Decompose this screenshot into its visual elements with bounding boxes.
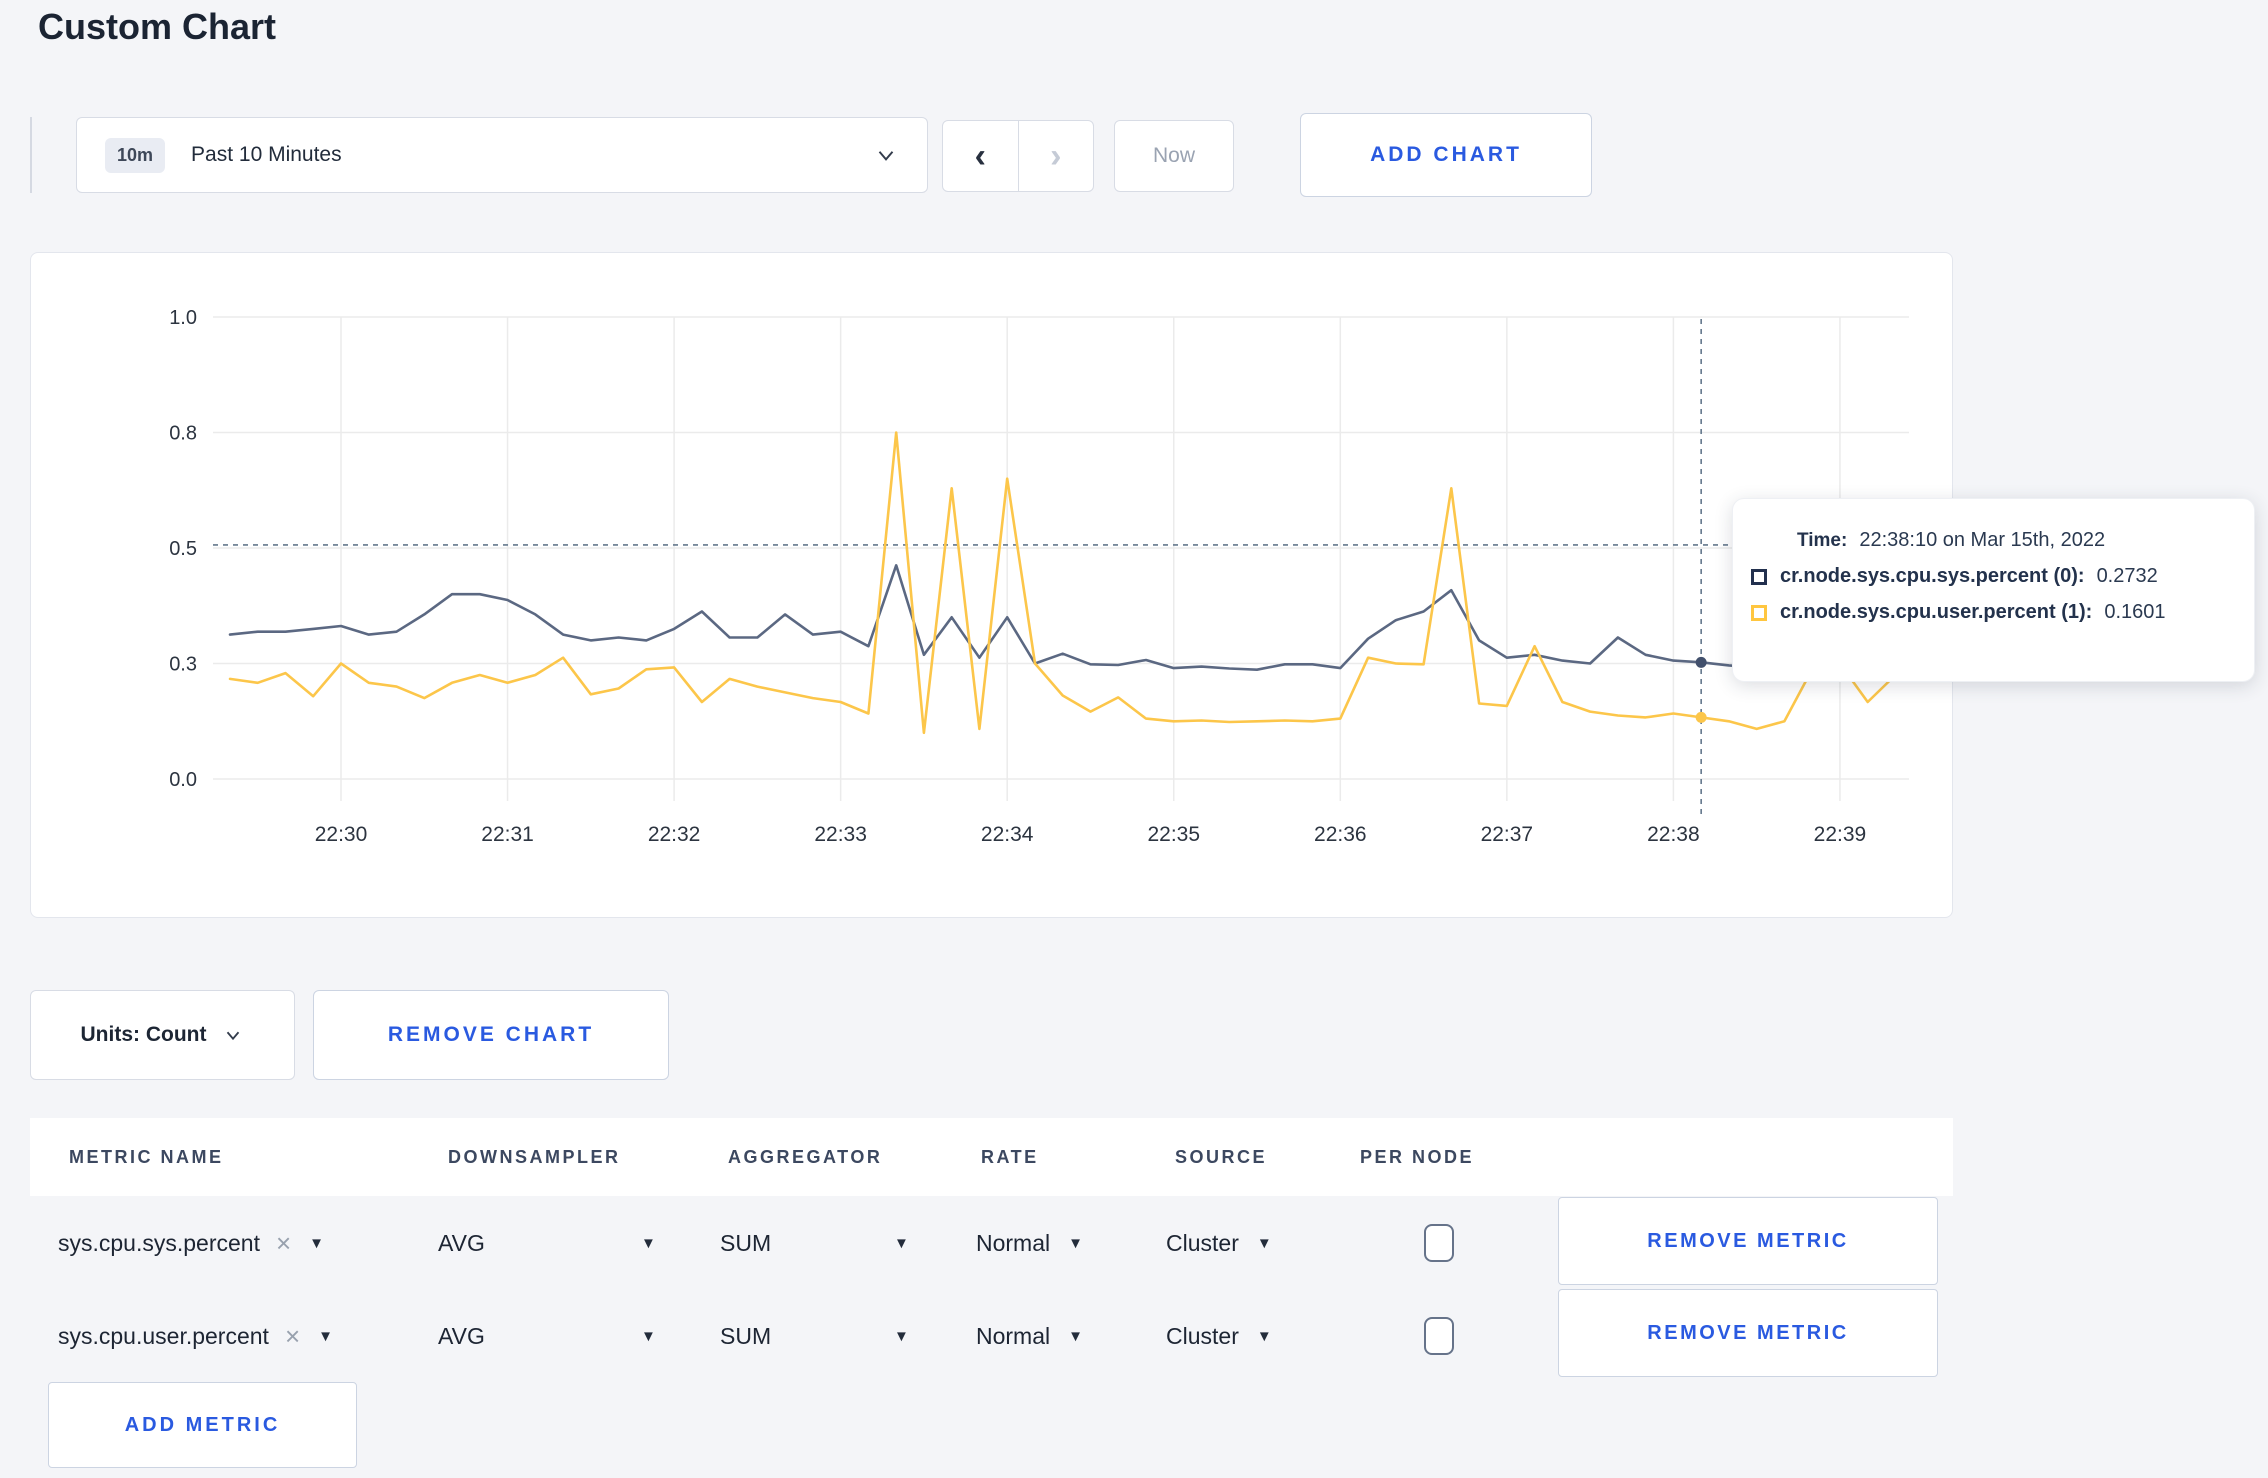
metrics-table-header: METRIC NAME DOWNSAMPLER AGGREGATOR RATE … — [30, 1118, 1953, 1196]
col-header-downsampler: DOWNSAMPLER — [448, 1146, 621, 1167]
svg-text:22:35: 22:35 — [1147, 823, 1200, 846]
tooltip-time-row: Time: 22:38:10 on Mar 15th, 2022 — [1797, 529, 2230, 552]
rate-select[interactable]: Normal ▼ — [976, 1289, 1083, 1383]
per-node-checkbox[interactable] — [1424, 1224, 1454, 1262]
col-header-metric-name: METRIC NAME — [69, 1146, 224, 1167]
caret-down-icon[interactable]: ▼ — [318, 1328, 333, 1345]
tooltip-series-name: cr.node.sys.cpu.sys.percent (0): — [1780, 565, 2085, 587]
aggregator-select[interactable]: SUM — [720, 1289, 771, 1383]
downsampler-select[interactable]: AVG — [438, 1196, 485, 1290]
caret-down-icon[interactable]: ▼ — [894, 1196, 909, 1290]
chart-card: 0.0 0.3 0.5 0.8 1.0 22:30 22:31 22:32 22:33 22:34… — [30, 252, 1953, 918]
metric-name-value: sys.cpu.sys.percent — [58, 1229, 260, 1256]
remove-chart-button[interactable]: REMOVE CHART — [313, 990, 669, 1080]
svg-text:22:32: 22:32 — [648, 823, 701, 846]
rate-value: Normal — [976, 1229, 1051, 1256]
rate-select[interactable]: Normal ▼ — [976, 1196, 1083, 1290]
downsampler-select[interactable]: AVG — [438, 1289, 485, 1383]
chevron-down-icon — [227, 1031, 240, 1041]
chevron-down-icon — [878, 151, 894, 161]
chevron-left-icon: ‹ — [974, 136, 986, 175]
metric-name-dropdown[interactable]: sys.cpu.user.percent × ▼ — [58, 1289, 333, 1383]
col-header-aggregator: AGGREGATOR — [728, 1146, 883, 1167]
remove-metric-button[interactable]: REMOVE METRIC — [1558, 1289, 1938, 1377]
add-chart-button[interactable]: ADD CHART — [1300, 113, 1592, 197]
time-nav-group: ‹ › — [942, 120, 1094, 192]
svg-text:0.0: 0.0 — [169, 769, 197, 791]
svg-text:22:33: 22:33 — [814, 823, 867, 846]
svg-text:22:34: 22:34 — [981, 823, 1034, 846]
add-metric-button[interactable]: ADD METRIC — [48, 1382, 357, 1468]
remove-metric-button[interactable]: REMOVE METRIC — [1558, 1197, 1938, 1285]
toolbar-divider — [30, 117, 32, 193]
source-select[interactable]: Cluster ▼ — [1166, 1196, 1272, 1290]
caret-down-icon: ▼ — [1068, 1327, 1083, 1345]
series-swatch-icon — [1751, 604, 1767, 621]
time-range-dropdown[interactable]: 10m Past 10 Minutes — [76, 117, 928, 193]
svg-text:22:30: 22:30 — [315, 823, 368, 846]
units-dropdown[interactable]: Units: Count — [30, 990, 295, 1080]
caret-down-icon: ▼ — [1068, 1234, 1083, 1252]
units-label: Units: Count — [80, 1023, 207, 1046]
per-node-checkbox[interactable] — [1424, 1317, 1454, 1355]
metric-name-dropdown[interactable]: sys.cpu.sys.percent × ▼ — [58, 1196, 324, 1290]
tooltip-series-value: 0.2732 — [2096, 565, 2158, 587]
time-range-badge: 10m — [105, 137, 166, 173]
svg-text:0.3: 0.3 — [169, 654, 197, 676]
tooltip-time-label: Time: — [1797, 530, 1848, 551]
series-swatch-icon — [1751, 568, 1767, 585]
chart-plot[interactable]: 0.0 0.3 0.5 0.8 1.0 22:30 22:31 22:32 22:33 22:34… — [31, 253, 1954, 919]
col-header-rate: RATE — [981, 1146, 1039, 1167]
svg-text:0.8: 0.8 — [169, 423, 197, 445]
caret-down-icon[interactable]: ▼ — [894, 1289, 909, 1383]
svg-text:22:38: 22:38 — [1647, 823, 1700, 846]
chart-tooltip: Time: 22:38:10 on Mar 15th, 2022 cr.node.… — [1732, 498, 2255, 682]
svg-text:0.5: 0.5 — [169, 538, 197, 560]
caret-down-icon[interactable]: ▼ — [641, 1196, 656, 1290]
caret-down-icon[interactable]: ▼ — [641, 1289, 656, 1383]
svg-text:1.0: 1.0 — [169, 307, 197, 329]
source-value: Cluster — [1166, 1229, 1239, 1256]
source-value: Cluster — [1166, 1322, 1239, 1349]
tooltip-series-value: 0.1601 — [2104, 601, 2166, 623]
time-range-label: Past 10 Minutes — [191, 143, 342, 166]
tooltip-series-row: cr.node.sys.cpu.user.percent (1): 0.1601 — [1751, 601, 2230, 624]
now-button[interactable]: Now — [1114, 120, 1234, 192]
metric-row: sys.cpu.sys.percent × ▼ AVG ▼ SUM ▼ Norm… — [30, 1196, 1953, 1290]
col-header-source: SOURCE — [1175, 1146, 1268, 1167]
svg-text:22:36: 22:36 — [1314, 823, 1367, 846]
source-select[interactable]: Cluster ▼ — [1166, 1289, 1272, 1383]
time-back-button[interactable]: ‹ — [943, 121, 1019, 191]
time-forward-button[interactable]: › — [1019, 121, 1094, 191]
rate-value: Normal — [976, 1322, 1051, 1349]
metric-name-value: sys.cpu.user.percent — [58, 1322, 269, 1349]
tooltip-series-row: cr.node.sys.cpu.sys.percent (0): 0.2732 — [1751, 565, 2230, 588]
caret-down-icon: ▼ — [1256, 1327, 1272, 1345]
chevron-right-icon: › — [1050, 136, 1062, 175]
svg-text:22:37: 22:37 — [1481, 823, 1534, 846]
col-header-per-node: PER NODE — [1360, 1146, 1475, 1167]
aggregator-select[interactable]: SUM — [720, 1196, 771, 1290]
close-icon[interactable]: × — [276, 1228, 291, 1259]
close-icon[interactable]: × — [285, 1321, 300, 1352]
tooltip-time-value: 22:38:10 on Mar 15th, 2022 — [1859, 529, 2106, 551]
page-title: Custom Chart — [38, 6, 277, 47]
svg-text:22:31: 22:31 — [481, 823, 534, 846]
svg-text:22:39: 22:39 — [1814, 823, 1867, 846]
caret-down-icon: ▼ — [1256, 1234, 1272, 1252]
metric-row: sys.cpu.user.percent × ▼ AVG ▼ SUM ▼ Nor… — [30, 1289, 1953, 1383]
tooltip-series-name: cr.node.sys.cpu.user.percent (1): — [1780, 601, 2093, 623]
caret-down-icon[interactable]: ▼ — [309, 1235, 324, 1252]
